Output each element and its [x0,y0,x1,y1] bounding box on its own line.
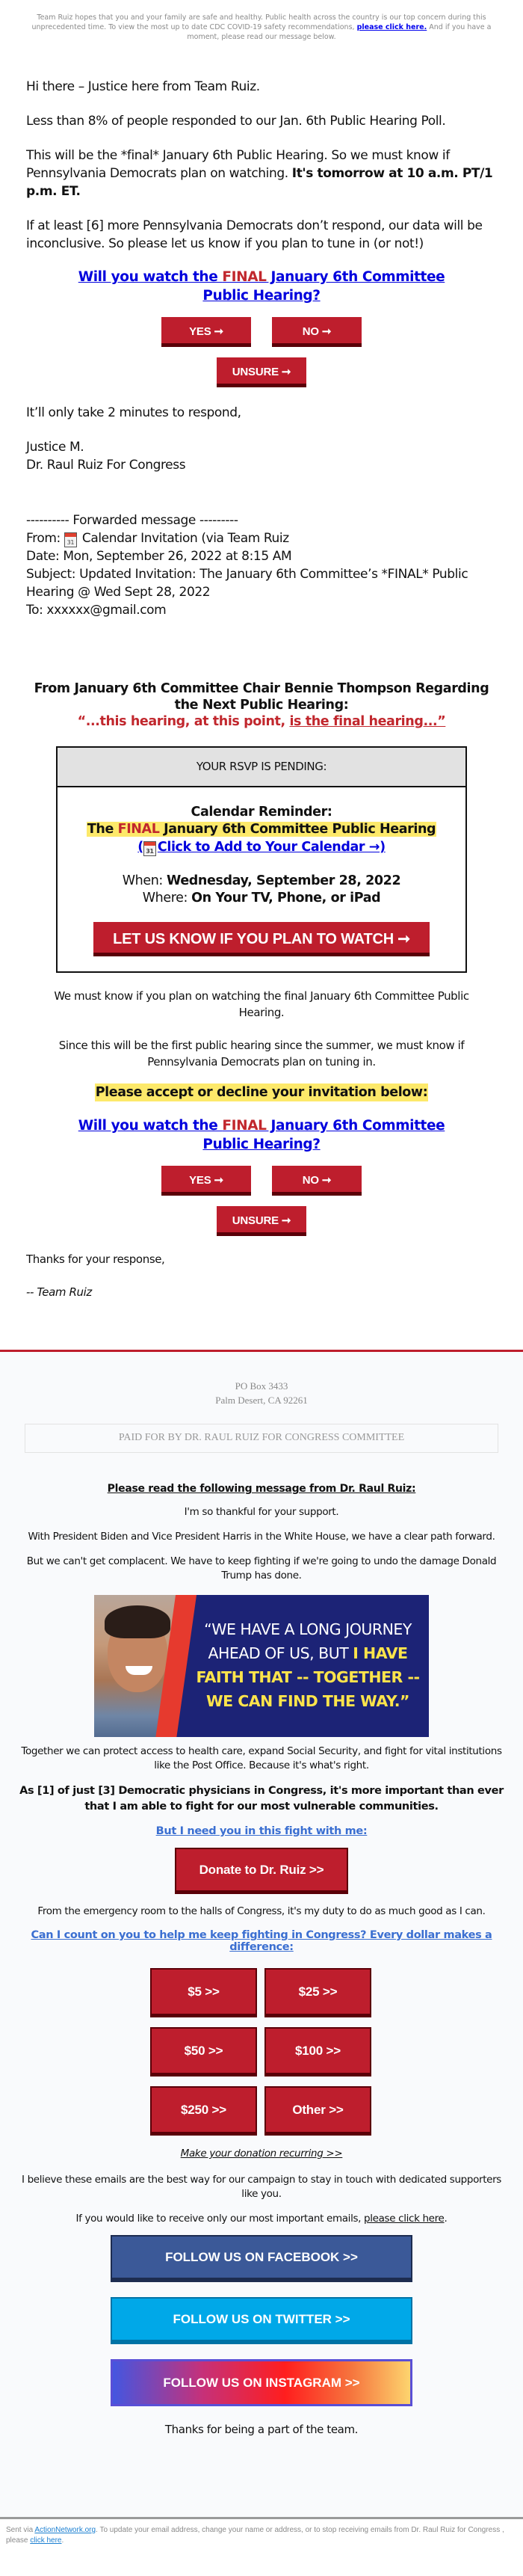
unsubscribe-link[interactable]: click here [30,2536,61,2545]
event-where: Where: On Your TV, Phone, or iPad [142,891,381,906]
actionnetwork-link[interactable]: ActionNetwork.org [34,2526,96,2534]
signature-name: Justice M. [26,440,84,455]
calendar-reminder-label: Calendar Reminder: [191,805,332,820]
add-to-calendar: (31 Click to Add to Your Calendar →) [58,838,465,856]
donate-100-button[interactable]: $100 >> [264,2027,371,2077]
together-text: Together we can protect access to health… [21,1745,502,1771]
recurring-link-wrap: Make your donation recurring >> [0,2148,523,2160]
legal-footer: Sent via ActionNetwork.org. To update yo… [0,2519,523,2576]
team-signoff: -- Team Ruiz [26,1285,92,1299]
biden-text: With President Biden and Vice President … [28,1531,495,1543]
paid-for-disclaimer: PAID FOR BY DR. RAUL RUIZ FOR CONGRESS C… [25,1424,498,1453]
rsvp-card-body: Calendar Reminder: The FINAL January 6th… [58,787,465,971]
need-you-link[interactable]: But I need you in this fight with me: [156,1825,368,1837]
final-word: FINAL [222,269,267,285]
rsvp-buttons-row-2: YES ➞ NO ➞ [0,1166,523,1196]
signature-org: Dr. Raul Ruiz For Congress [26,458,186,473]
recurring-donation-link[interactable]: Make your donation recurring >> [181,2148,343,2160]
donate-25-button[interactable]: $25 >> [264,1968,371,2017]
twitter-follow-button[interactable]: FOLLOW US ON TWITTER >> [111,2297,412,2344]
intro-section: Hi there – Justice here from Team Ruiz. … [0,78,523,253]
watch-question: Will you watch the FINAL January 6th Com… [0,268,523,305]
must-know-text: We must know if you plan on watching the… [54,989,469,1019]
no-button-2[interactable]: NO ➞ [272,1166,362,1196]
accept-decline-heading: Please accept or decline your invitation… [94,1083,429,1101]
facebook-follow-button[interactable]: FOLLOW US ON FACEBOOK >> [111,2235,412,2282]
donation-amount-grid: $5 >> $25 >> $50 >> $100 >> $250 >> Othe… [150,1968,373,2136]
calendar-icon: 31 [64,532,77,547]
instagram-follow-button[interactable]: FOLLOW US ON INSTAGRAM >> [111,2359,412,2406]
respond-section: It’ll only take 2 minutes to respond, Ju… [0,404,523,474]
respond-line: It’ll only take 2 minutes to respond, [26,405,241,420]
cdc-link[interactable]: please click here. [357,23,427,31]
chair-quote: “...this hearing, at this point, is the … [77,714,446,729]
greeting: Hi there – Justice here from Team Ruiz. [26,79,260,94]
count-on-you-heading: Can I count on you to help me keep fight… [0,1929,523,1953]
donate-50-button[interactable]: $50 >> [150,2027,257,2077]
thanks-team-text: Thanks for being a part of the team. [164,2423,359,2436]
final-word: FINAL [222,1118,267,1134]
rsvp-buttons-row: YES ➞ NO ➞ [0,317,523,347]
rsvp-card: YOUR RSVP IS PENDING: Calendar Reminder:… [56,746,467,973]
yes-button[interactable]: YES ➞ [161,317,251,347]
important-emails-text: If you would like to receive only our mo… [75,2213,448,2225]
message-heading: Please read the following message from D… [107,1483,416,1495]
plan-to-watch-button[interactable]: LET US KNOW IF YOU PLAN TO WATCH ➞ [93,922,430,956]
rsvp-unsure-row: UNSURE ➞ [0,357,523,387]
important-emails-link[interactable]: please click here [364,2213,445,2225]
event-title: The FINAL January 6th Committee Public H… [86,822,437,837]
forwarded-to: To: xxxxxx@gmail.com [26,603,167,618]
physicians-text: As [1] of just [3] Democratic physicians… [19,1785,504,1813]
forwarded-message: ---------- Forwarded message --------- F… [0,511,523,619]
mailing-address: PO Box 3433 Palm Desert, CA 92261 [215,1380,308,1406]
rsvp-unsure-row-2: UNSURE ➞ [0,1206,523,1236]
calendar-icon: 31 [143,841,156,856]
count-on-you-link[interactable]: Can I count on you to help me keep fight… [31,1929,492,1953]
yes-button-2[interactable]: YES ➞ [161,1166,251,1196]
emergency-text: From the emergency room to the halls of … [37,1905,486,1917]
quote-banner-image: “WE HAVE A LONG JOURNEY AHEAD OF US, BUT… [94,1595,429,1737]
first-hearing-text: Since this will be the first public hear… [58,1039,465,1069]
footer: PO Box 3433 Palm Desert, CA 92261 PAID F… [0,1352,523,2519]
poll-text: Less than 8% of people responded to our … [26,114,446,129]
donate-button[interactable]: Donate to Dr. Ruiz >> [175,1848,348,1894]
donate-5-button[interactable]: $5 >> [150,1968,257,2017]
rsvp-status: YOUR RSVP IS PENDING: [58,748,465,787]
thankful-text: I'm so thankful for your support. [184,1506,339,1518]
final-hearing-text: This will be the *final* January 6th Pub… [26,148,493,199]
thanks-response: Thanks for your response, [26,1252,165,1266]
watch-question-2: Will you watch the FINAL January 6th Com… [0,1116,523,1154]
best-way-text: I believe these emails are the best way … [22,2174,501,2200]
forwarded-date: Date: Mon, September 26, 2022 at 8:15 AM [26,549,292,564]
event-when: When: Wednesday, September 28, 2022 [122,873,401,888]
complacent-text: But we can't get complacent. We have to … [26,1555,497,1581]
covid-notice: Team Ruiz hopes that you and your family… [0,0,523,42]
inconclusive-text: If at least [6] more Pennsylvania Democr… [26,218,483,251]
forwarded-subject: Subject: Updated Invitation: The January… [26,567,468,600]
forwarded-from: From: 31 Calendar Invitation (via Team R… [26,531,289,547]
unsure-button[interactable]: UNSURE ➞ [217,357,306,387]
chair-quote-block: From January 6th Committee Chair Bennie … [0,680,523,730]
add-to-calendar-link[interactable]: (31 Click to Add to Your Calendar →) [137,840,386,856]
watch-question-link-2[interactable]: Will you watch the FINAL January 6th Com… [78,1118,445,1152]
closing: Thanks for your response, -- Team Ruiz [0,1251,523,1300]
forwarded-header: ---------- Forwarded message --------- [26,513,238,528]
unsure-button-2[interactable]: UNSURE ➞ [217,1206,306,1236]
watch-question-link[interactable]: Will you watch the FINAL January 6th Com… [78,269,445,304]
donate-other-button[interactable]: Other >> [264,2086,371,2136]
need-you-heading: But I need you in this fight with me: [0,1825,523,1837]
banner-quote: “WE HAVE A LONG JOURNEY AHEAD OF US, BUT… [196,1620,420,1710]
no-button[interactable]: NO ➞ [272,317,362,347]
chair-heading: From January 6th Committee Chair Bennie … [34,681,489,713]
donate-250-button[interactable]: $250 >> [150,2086,257,2136]
